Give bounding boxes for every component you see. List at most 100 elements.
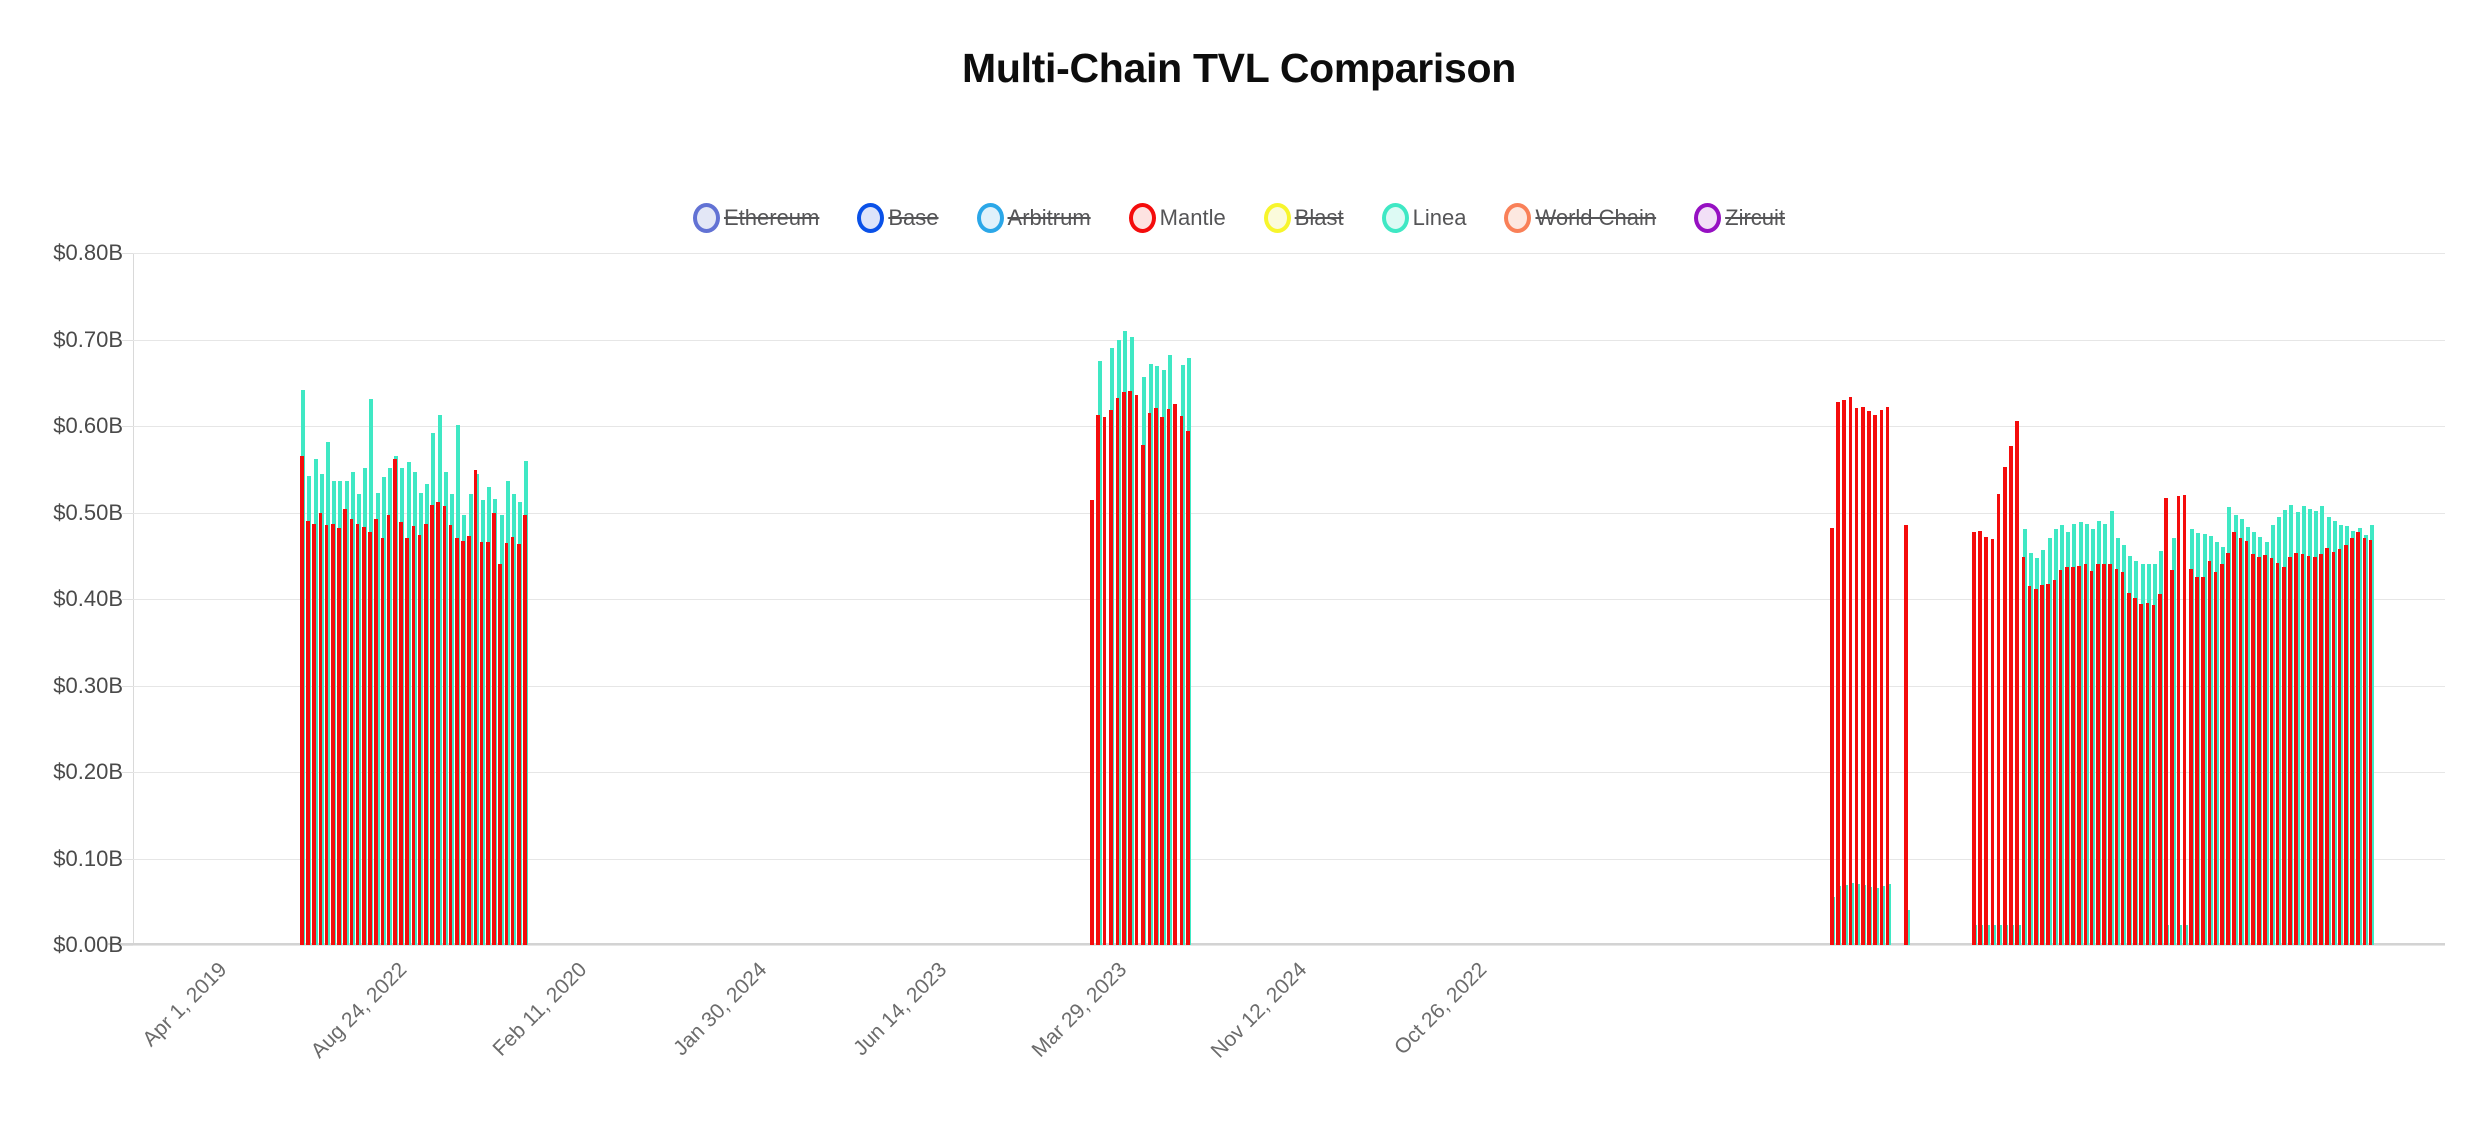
legend-item-linea[interactable]: Linea — [1381, 203, 1466, 233]
bar-mantle[interactable] — [2294, 553, 2298, 945]
bar-mantle[interactable] — [2071, 567, 2075, 945]
bar-mantle[interactable] — [2232, 531, 2236, 945]
bar-mantle[interactable] — [2257, 556, 2261, 945]
bar-mantle[interactable] — [2331, 552, 2336, 945]
legend-item-world-chain[interactable]: World Chain — [1504, 203, 1656, 233]
bar-mantle[interactable] — [2201, 577, 2205, 945]
bar-mantle[interactable] — [2170, 569, 2174, 945]
bar-mantle[interactable] — [1128, 391, 1132, 945]
bar-mantle[interactable] — [2207, 560, 2212, 945]
bar-mantle[interactable] — [411, 526, 416, 945]
bar-mantle[interactable] — [2251, 554, 2255, 945]
bar-mantle[interactable] — [2213, 572, 2218, 945]
bar-mantle[interactable] — [1996, 494, 2001, 945]
bar-mantle[interactable] — [473, 470, 478, 945]
bar-mantle[interactable] — [1879, 409, 1884, 945]
bar-mantle[interactable] — [2015, 420, 2019, 945]
bar-mantle[interactable] — [1984, 536, 1988, 945]
bar-mantle[interactable] — [300, 456, 304, 945]
bar-mantle[interactable] — [2040, 585, 2044, 945]
bar-mantle[interactable] — [380, 538, 385, 945]
bar-mantle[interactable] — [2164, 497, 2168, 945]
bar-mantle[interactable] — [1102, 417, 1107, 945]
legend-item-arbitrum[interactable]: Arbitrum — [976, 203, 1091, 233]
bar-mantle[interactable] — [2083, 563, 2088, 945]
bar-mantle[interactable] — [1885, 406, 1890, 945]
bar-mantle[interactable] — [2003, 466, 2007, 945]
legend-item-zircuit[interactable]: Zircuit — [1694, 203, 1785, 233]
bar-mantle[interactable] — [498, 563, 502, 945]
bar-mantle[interactable] — [1166, 408, 1171, 945]
bar-mantle[interactable] — [2120, 572, 2125, 945]
bar-mantle[interactable] — [2282, 567, 2286, 945]
bar-mantle[interactable] — [2176, 496, 2181, 945]
bar-mantle[interactable] — [2244, 541, 2249, 945]
legend-item-mantle[interactable]: Mantle — [1128, 203, 1226, 233]
bar-mantle[interactable] — [517, 543, 521, 945]
bar-mantle[interactable] — [2145, 603, 2150, 945]
bar-mantle[interactable] — [1147, 413, 1152, 945]
bar-mantle[interactable] — [1090, 499, 1094, 945]
bar-mantle[interactable] — [1873, 414, 1877, 945]
bar-mantle[interactable] — [492, 512, 496, 945]
bar-mantle[interactable] — [1836, 401, 1840, 945]
bar-mantle[interactable] — [2027, 586, 2032, 945]
bar-mantle[interactable] — [2195, 577, 2199, 945]
bar-mantle[interactable] — [374, 519, 378, 945]
bar-mantle[interactable] — [1861, 406, 1865, 945]
bar-mantle[interactable] — [1134, 394, 1139, 945]
bar-mantle[interactable] — [436, 502, 440, 945]
bar-mantle[interactable] — [2089, 571, 2094, 945]
bar-mantle[interactable] — [1854, 407, 1859, 945]
bar-mantle[interactable] — [2133, 598, 2137, 945]
bar-mantle[interactable] — [2226, 553, 2230, 945]
bar-mantle[interactable] — [2344, 545, 2348, 945]
bar-mantle[interactable] — [2114, 568, 2119, 945]
bar-mantle[interactable] — [386, 515, 391, 945]
bar-mantle[interactable] — [2139, 604, 2143, 945]
bar-mantle[interactable] — [2189, 568, 2193, 945]
bar-mantle[interactable] — [2108, 564, 2112, 945]
bar-mantle[interactable] — [461, 541, 465, 945]
bar-mantle[interactable] — [1904, 525, 1908, 945]
bar-mantle[interactable] — [393, 458, 397, 945]
bar-mantle[interactable] — [2009, 445, 2013, 945]
bar-mantle[interactable] — [1160, 416, 1164, 945]
bar-mantle[interactable] — [2238, 538, 2243, 945]
bar-mantle[interactable] — [417, 535, 422, 945]
bar-mantle[interactable] — [448, 524, 453, 945]
bar-mantle[interactable] — [2350, 537, 2354, 945]
bar-mantle[interactable] — [1115, 398, 1120, 945]
legend-item-ethereum[interactable]: Ethereum — [692, 203, 819, 233]
bar-mantle[interactable] — [337, 528, 341, 945]
bar-mantle[interactable] — [2362, 538, 2367, 945]
bar-mantle[interactable] — [2077, 566, 2081, 945]
bar-mantle[interactable] — [2058, 569, 2063, 945]
bar-mantle[interactable] — [1173, 404, 1177, 945]
bar-mantle[interactable] — [1972, 532, 1976, 945]
bar-mantle[interactable] — [2263, 554, 2267, 945]
bar-mantle[interactable] — [1179, 415, 1184, 945]
bar-mantle[interactable] — [306, 521, 310, 945]
legend-item-base[interactable]: Base — [857, 203, 939, 233]
bar-mantle[interactable] — [405, 537, 409, 945]
bar-mantle[interactable] — [2356, 531, 2360, 945]
bar-mantle[interactable] — [2288, 557, 2292, 945]
bar-mantle[interactable] — [467, 535, 471, 945]
bar-mantle[interactable] — [331, 523, 335, 945]
bar-mantle[interactable] — [1867, 411, 1871, 945]
bar-mantle[interactable] — [2096, 563, 2100, 945]
bar-mantle[interactable] — [510, 536, 515, 945]
bar-mantle[interactable] — [2368, 540, 2373, 945]
bar-mantle[interactable] — [2158, 593, 2162, 945]
bar-mantle[interactable] — [1096, 414, 1100, 945]
bar-mantle[interactable] — [2052, 579, 2057, 945]
bar-mantle[interactable] — [2065, 567, 2069, 945]
bar-mantle[interactable] — [2034, 588, 2038, 945]
bar-mantle[interactable] — [318, 512, 323, 945]
bar-mantle[interactable] — [479, 541, 484, 945]
bar-mantle[interactable] — [362, 527, 366, 945]
bar-mantle[interactable] — [1141, 445, 1145, 945]
bar-mantle[interactable] — [1109, 410, 1113, 945]
bar-mantle[interactable] — [312, 523, 316, 945]
